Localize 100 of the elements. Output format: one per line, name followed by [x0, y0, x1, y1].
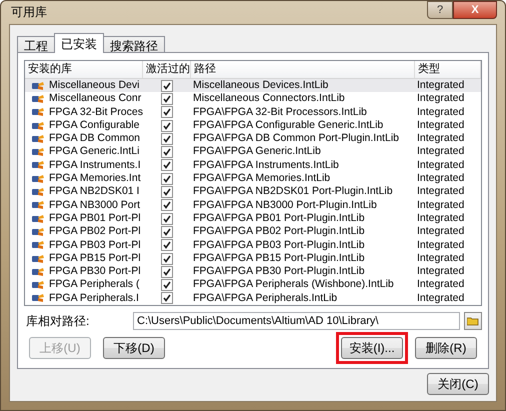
table-cell-text: FPGA\FPGA PB30 Port-Plugin.IntLib — [192, 265, 366, 278]
path-field[interactable]: C:\Users\Public\Documents\Altium\AD 10\Library\ — [133, 312, 460, 330]
checkbox[interactable] — [161, 239, 173, 252]
table-cell-text: FPGA\FPGA PB15 Port-Plugin.IntLib — [192, 252, 366, 266]
library-row[interactable]: FPGA 32-Bit Proces FPGA\FPGA 32-Bit Processors.IntLib Integrated — [25, 106, 481, 119]
library-row[interactable]: FPGA Peripherals.I FPGA\FPGA Peripherals.IntLib Integrated — [25, 292, 481, 305]
folder-icon — [467, 316, 479, 326]
table-cell-text: Miscellaneous Connectors.IntLib — [192, 92, 346, 106]
table-cell-text: FPGA Generic.IntLi — [48, 145, 140, 159]
library-row[interactable]: FPGA Peripherals ( FPGA\FPGA Peripherals (Wishbone).IntLib Integrated — [25, 278, 481, 292]
window-title: 可用库 — [10, 4, 47, 21]
table-cell-text: FPGA DB Common — [48, 132, 142, 146]
column-header[interactable]: 激活过的 — [143, 61, 191, 78]
plug-icon — [31, 160, 45, 170]
library-row[interactable]: Miscellaneous Conr Miscellaneous Connectors.IntLib Integrated — [25, 92, 481, 106]
checkbox[interactable] — [161, 279, 173, 292]
browse-button[interactable] — [464, 312, 482, 330]
checkbox[interactable] — [161, 106, 173, 118]
table-cell-text: Integrated — [416, 278, 466, 292]
checkbox[interactable] — [161, 159, 173, 172]
column-header[interactable]: 安装的库 — [25, 61, 143, 78]
table-cell-text: FPGA\FPGA PB03 Port-Plugin.IntLib — [192, 238, 366, 252]
library-row[interactable]: FPGA Memories.Int FPGA\FPGA Memories.IntLib Integrated — [25, 172, 481, 186]
table-cell-text: FPGA\FPGA NB3000 Port-Plugin.IntLib — [192, 198, 378, 212]
checkbox[interactable] — [161, 132, 173, 145]
table-cell-text: FPGA Peripherals ( — [48, 278, 140, 292]
library-row[interactable]: FPGA PB01 Port-Pl FPGA\FPGA PB01 Port-Plugin.IntLib Integrated — [25, 212, 481, 226]
checkbox[interactable] — [161, 266, 173, 278]
table-cell-text: FPGA PB15 Port-Pl — [48, 252, 142, 266]
table-cell-text: FPGA\FPGA PB02 Port-Plugin.IntLib — [192, 225, 366, 239]
table-cell-text: Integrated — [416, 92, 466, 106]
field-label: 库相对路径: — [25, 312, 90, 330]
table-cell-text: Integrated — [416, 225, 466, 239]
plug-icon — [31, 147, 45, 158]
table-cell-text: FPGA\FPGA Memories.IntLib — [192, 172, 332, 186]
plug-icon — [31, 240, 45, 250]
library-row[interactable]: FPGA PB03 Port-Pl FPGA\FPGA PB03 Port-Plugin.IntLib Integrated — [25, 238, 481, 252]
column-header[interactable]: 路径 — [191, 61, 415, 78]
plug-icon — [31, 200, 45, 210]
tab[interactable]: 已安装 — [54, 33, 104, 53]
library-row[interactable]: FPGA NB3000 Port FPGA\FPGA NB3000 Port-Plugin.IntLib Integrated — [25, 198, 481, 212]
plug-icon — [31, 293, 45, 304]
plug-icon — [31, 174, 45, 184]
table-cell-text: Integrated — [416, 132, 466, 146]
table-cell-text: FPGA\FPGA DB Common Port-Plugin.IntLib — [192, 132, 400, 146]
dialog-button[interactable]: 删除(R) — [415, 337, 477, 359]
table-cell-text: FPGA NB2DSK01 I — [48, 185, 140, 199]
checkbox[interactable] — [161, 252, 173, 264]
table-cell-text: FPGA NB3000 Port — [48, 198, 142, 212]
table-cell-text: FPGA\FPGA Instruments.IntLib — [192, 158, 340, 172]
table-cell-text: Integrated — [416, 265, 466, 278]
close-dialog-button[interactable]: 关闭(C) — [427, 373, 489, 395]
checkbox[interactable] — [161, 172, 173, 185]
checkbox[interactable] — [161, 199, 173, 212]
checkbox[interactable] — [161, 92, 173, 105]
library-row[interactable]: FPGA DB Common FPGA\FPGA DB Common Port-Plugin.IntLib Integrated — [25, 132, 481, 146]
table-cell-text: FPGA PB03 Port-Pl — [48, 238, 142, 252]
library-row[interactable]: FPGA Instruments.I FPGA\FPGA Instruments.IntLib Integrated — [25, 158, 481, 172]
tab[interactable]: 工程 — [17, 36, 55, 53]
checkbox[interactable] — [161, 212, 173, 225]
dialog-button[interactable]: 下移(D) — [103, 337, 165, 359]
library-row[interactable]: Miscellaneous Devi Miscellaneous Devices.IntLib Integrated — [25, 79, 481, 92]
library-row[interactable]: FPGA Configurable FPGA\FPGA Configurable Generic.IntLib Integrated — [25, 118, 481, 132]
table-cell-text: Integrated — [416, 106, 466, 119]
table-cell-text: FPGA Configurable — [48, 118, 140, 132]
table-cell-text: FPGA\FPGA Configurable Generic.IntLib — [192, 118, 384, 132]
library-row[interactable]: FPGA NB2DSK01 I FPGA\FPGA NB2DSK01 Port-Plugin.IntLib Integrated — [25, 185, 481, 199]
table-cell-text: FPGA Instruments.I — [48, 158, 142, 172]
library-row[interactable]: FPGA PB15 Port-Pl FPGA\FPGA PB15 Port-Plugin.IntLib Integrated — [25, 252, 481, 266]
plug-icon — [31, 280, 45, 290]
table-cell-text: FPGA PB01 Port-Pl — [48, 212, 142, 226]
checkbox[interactable] — [161, 292, 173, 304]
plug-icon — [31, 254, 45, 264]
plug-icon — [31, 120, 45, 131]
table-cell-text: Miscellaneous Devi — [48, 79, 140, 92]
dialog-button[interactable]: 安装(I)... — [341, 337, 403, 359]
table-cell-text: Integrated — [416, 118, 466, 132]
column-header[interactable]: 类型 — [415, 61, 481, 78]
library-row[interactable]: FPGA Generic.IntLi FPGA\FPGA Generic.IntLib Integrated — [25, 145, 481, 159]
checkbox[interactable] — [161, 226, 173, 238]
table-cell-text: Integrated — [416, 212, 466, 226]
table-cell-text: FPGA PB02 Port-Pl — [48, 225, 142, 239]
table-cell-text: Integrated — [416, 172, 466, 186]
checkbox[interactable] — [161, 146, 173, 158]
table-cell-text: Integrated — [416, 145, 466, 159]
checkbox[interactable] — [161, 80, 173, 92]
table-cell-text: Integrated — [416, 79, 466, 92]
library-row[interactable]: FPGA PB02 Port-Pl FPGA\FPGA PB02 Port-Plugin.IntLib Integrated — [25, 225, 481, 239]
table-cell-text: Miscellaneous Devices.IntLib — [192, 79, 330, 92]
tab[interactable]: 搜索路径 — [103, 36, 165, 53]
checkbox[interactable] — [161, 186, 173, 198]
help-button[interactable]: ? — [427, 1, 453, 19]
library-row[interactable]: FPGA PB30 Port-Pl FPGA\FPGA PB30 Port-Plugin.IntLib Integrated — [25, 265, 481, 278]
checkbox[interactable] — [161, 120, 173, 132]
table-cell-text: FPGA Peripherals.I — [48, 292, 140, 305]
plug-icon — [31, 107, 45, 118]
table-cell-text: FPGA\FPGA 32-Bit Processors.IntLib — [192, 106, 368, 119]
table-cell-text: FPGA Memories.Int — [48, 172, 142, 186]
table-cell-text: Integrated — [416, 198, 466, 212]
plug-icon — [31, 187, 45, 198]
